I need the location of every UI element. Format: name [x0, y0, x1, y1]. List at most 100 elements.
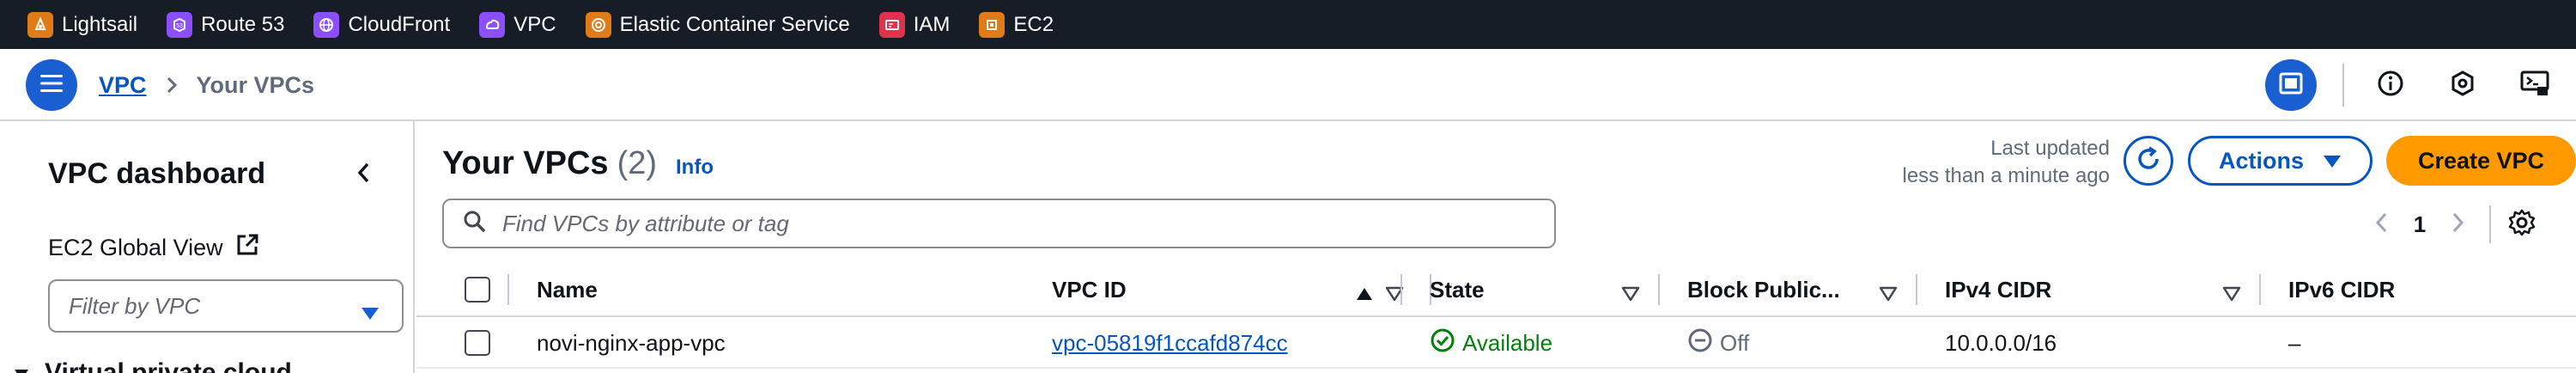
- column-header-label: Block Public...: [1687, 276, 1840, 303]
- iam-icon: [878, 11, 905, 38]
- favorite-route53[interactable]: 53 Route 53: [167, 0, 284, 49]
- actions-label: Actions: [2218, 147, 2304, 174]
- last-updated-value: less than a minute ago: [1902, 164, 2111, 187]
- search-icon: [463, 210, 487, 238]
- minus-circle-icon: [1687, 327, 1720, 359]
- block-public-value: Off: [1720, 329, 1750, 356]
- sort-caret-down-icon: [1621, 281, 1640, 308]
- favorite-cloudfront[interactable]: CloudFront: [313, 0, 450, 49]
- gear-icon: [2507, 208, 2537, 242]
- column-divider: [507, 274, 509, 305]
- table-row[interactable]: novi-nginx-app-vpc vpc-05819f1ccafd874cc…: [416, 317, 2576, 369]
- favorite-ecs[interactable]: Elastic Container Service: [585, 0, 850, 49]
- cell-ipv6-cidr: –: [2288, 329, 2301, 356]
- cell-state: Available: [1430, 317, 1552, 369]
- caret-down-icon: [14, 358, 45, 373]
- favorite-iam[interactable]: IAM: [878, 0, 951, 49]
- vpc-id-link[interactable]: vpc-05819f1ccafd874cc: [1052, 330, 1288, 357]
- vpc-count: (2): [617, 145, 658, 181]
- favorite-label: IAM: [913, 12, 951, 36]
- favorite-label: CloudFront: [348, 12, 451, 36]
- cloudshell-button[interactable]: [2509, 59, 2561, 111]
- table-preferences-button[interactable]: [2503, 205, 2541, 243]
- chevron-left-icon: [355, 161, 371, 189]
- caret-down-icon: [2304, 148, 2342, 174]
- layout-icon: [2278, 70, 2304, 101]
- column-header-ipv6-cidr[interactable]: IPv6 CIDR: [2288, 262, 2546, 317]
- favorite-vpc[interactable]: VPC: [479, 0, 556, 49]
- last-updated-label: Last updated: [1990, 137, 2110, 160]
- page-title: Your VPCs (2) Info: [442, 145, 714, 182]
- last-updated-status: Last updated less than a minute ago: [1903, 135, 2111, 190]
- sidebar-ec2-global-view-link[interactable]: EC2 Global View: [48, 233, 259, 263]
- menu-toggle-button[interactable]: [26, 59, 77, 111]
- favorite-lightsail[interactable]: Lightsail: [27, 0, 137, 49]
- external-link-icon: [223, 233, 259, 263]
- state-value: Available: [1462, 329, 1553, 356]
- route53-icon: 53: [167, 11, 193, 38]
- column-divider: [1658, 274, 1660, 305]
- sidebar-section-virtual-private-cloud[interactable]: Virtual private cloud: [14, 358, 292, 373]
- previous-page-button[interactable]: [2364, 205, 2398, 243]
- ecs-icon: [585, 11, 611, 38]
- layout-panel-button[interactable]: [2265, 59, 2317, 111]
- row-select-checkbox[interactable]: [465, 330, 490, 356]
- breadcrumb: VPC Your VPCs: [99, 49, 314, 121]
- column-header-vpc-id[interactable]: VPC ID: [1052, 262, 1374, 317]
- favorite-label: VPC: [513, 12, 556, 36]
- sort-caret-down-icon: [1879, 281, 1898, 308]
- vpc-filter-select[interactable]: Filter by VPC: [48, 279, 404, 333]
- favorites-bar: Lightsail 53 Route 53 CloudFront VPC Ela…: [0, 0, 2576, 49]
- favorite-label: Route 53: [201, 12, 285, 36]
- info-button[interactable]: [2365, 59, 2416, 111]
- column-header-label: Name: [537, 276, 598, 303]
- breadcrumb-header: VPC Your VPCs: [0, 49, 2576, 121]
- sidebar-collapse-button[interactable]: [348, 157, 379, 192]
- page-title-text: Your VPCs: [442, 145, 609, 181]
- sidebar: VPC dashboard EC2 Global View Filter by …: [0, 121, 415, 373]
- cell-block-public: Off: [1687, 317, 1749, 369]
- notifications-button[interactable]: [2437, 59, 2488, 111]
- refresh-button[interactable]: [2123, 136, 2173, 186]
- cloudshell-icon: [2520, 70, 2549, 101]
- sidebar-section-label: Virtual private cloud: [45, 358, 292, 373]
- lightsail-icon: [27, 11, 53, 38]
- chevron-left-icon: [2374, 211, 2388, 238]
- sidebar-title: VPC dashboard: [48, 157, 266, 190]
- vpc-filter-placeholder: Filter by VPC: [69, 292, 201, 319]
- info-circle-icon: [2377, 70, 2404, 101]
- favorite-label: Elastic Container Service: [619, 12, 850, 36]
- info-link[interactable]: Info: [676, 156, 714, 180]
- column-header-label: State: [1430, 276, 1485, 303]
- favorite-label: EC2: [1013, 12, 1054, 36]
- create-vpc-button[interactable]: Create VPC: [2386, 136, 2576, 186]
- page-number-button[interactable]: 1: [2398, 211, 2441, 238]
- column-divider: [1916, 274, 1917, 305]
- caret-down-icon: [361, 300, 380, 327]
- hamburger-icon: [40, 74, 63, 97]
- cell-ipv4-cidr: 10.0.0.0/16: [1945, 329, 2057, 356]
- column-divider: [1400, 274, 1402, 305]
- column-header-label: VPC ID: [1052, 276, 1127, 303]
- chevron-right-icon: [2451, 211, 2465, 238]
- header-divider: [2342, 64, 2344, 107]
- search-input[interactable]: Find VPCs by attribute or tag: [442, 199, 1556, 248]
- breadcrumb-current: Your VPCs: [196, 71, 315, 98]
- favorite-ec2[interactable]: EC2: [979, 0, 1054, 49]
- cell-vpc-id: vpc-05819f1ccafd874cc: [1052, 317, 1288, 369]
- actions-dropdown-button[interactable]: Actions: [2188, 136, 2372, 186]
- cloudfront-icon: [313, 11, 340, 38]
- svg-text:53: 53: [176, 23, 183, 29]
- vpc-icon: [479, 11, 506, 38]
- check-circle-icon: [1430, 327, 1462, 359]
- pagination: 1: [2364, 205, 2541, 243]
- column-divider: [2259, 274, 2261, 305]
- next-page-button[interactable]: [2441, 205, 2476, 243]
- select-all-checkbox[interactable]: [465, 277, 490, 303]
- column-header-state[interactable]: State: [1430, 262, 1640, 317]
- cell-name: novi-nginx-app-vpc: [537, 329, 726, 356]
- column-header-ipv4-cidr[interactable]: IPv4 CIDR: [1945, 262, 2241, 317]
- column-header-block-public[interactable]: Block Public...: [1687, 262, 1898, 317]
- sort-caret-up-icon: [1355, 281, 1374, 308]
- breadcrumb-vpc-link[interactable]: VPC: [99, 72, 147, 99]
